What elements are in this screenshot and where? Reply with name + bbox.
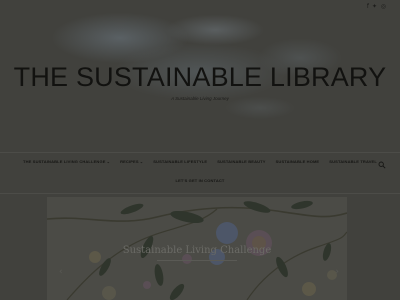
slide-title[interactable]: Sustainable Living Challenge bbox=[47, 245, 347, 257]
site-title[interactable]: THE SUSTAINABLE LIBRARY bbox=[0, 62, 400, 92]
site-header: THE SUSTAINABLE LIBRARY A Sustainable Li… bbox=[0, 0, 400, 145]
nav-item-sustainable-lifestyle[interactable]: SUSTAINABLE LIFESTYLE bbox=[153, 159, 207, 165]
nav-item-sustainable-beauty[interactable]: SUSTAINABLE BEAUTY bbox=[217, 159, 265, 165]
site-tagline: A Sustainable Living Journey bbox=[171, 96, 229, 101]
page: THE SUSTAINABLE LIBRARY A Sustainable Li… bbox=[0, 0, 400, 300]
social-bar: f ✦ ◎ bbox=[0, 0, 400, 14]
nav-item-sustainable-home[interactable]: SUSTAINABLE HOME bbox=[276, 159, 320, 165]
slider-prev-arrow-icon[interactable]: ‹ bbox=[59, 267, 63, 277]
featured-slider[interactable]: Sustainable Living Challenge ‹ › bbox=[47, 197, 347, 300]
nav-item-sustainable-travel[interactable]: SUSTAINABLE TRAVEL bbox=[329, 159, 377, 165]
nav-row-primary: THE SUSTAINABLE LIVING CHALLENGE⌄ RECIPE… bbox=[0, 157, 400, 167]
chevron-down-icon: ⌄ bbox=[106, 159, 111, 164]
chevron-down-icon: ⌄ bbox=[139, 159, 144, 164]
nav-item-contact[interactable]: LET'S GET IN CONTACT bbox=[176, 178, 225, 184]
slider-next-arrow-icon[interactable]: › bbox=[335, 267, 339, 277]
instagram-icon[interactable]: ◎ bbox=[381, 3, 386, 10]
slide-title-divider bbox=[157, 260, 237, 261]
facebook-icon[interactable]: f bbox=[367, 3, 369, 10]
main-navigation: THE SUSTAINABLE LIVING CHALLENGE⌄ RECIPE… bbox=[0, 152, 400, 194]
nav-item-recipes[interactable]: RECIPES⌄ bbox=[120, 159, 143, 165]
nav-item-sustainable-living-challenge[interactable]: THE SUSTAINABLE LIVING CHALLENGE⌄ bbox=[23, 159, 110, 165]
search-icon[interactable] bbox=[378, 156, 386, 169]
twitter-icon[interactable]: ✦ bbox=[372, 3, 377, 10]
nav-row-secondary: LET'S GET IN CONTACT bbox=[0, 176, 400, 186]
